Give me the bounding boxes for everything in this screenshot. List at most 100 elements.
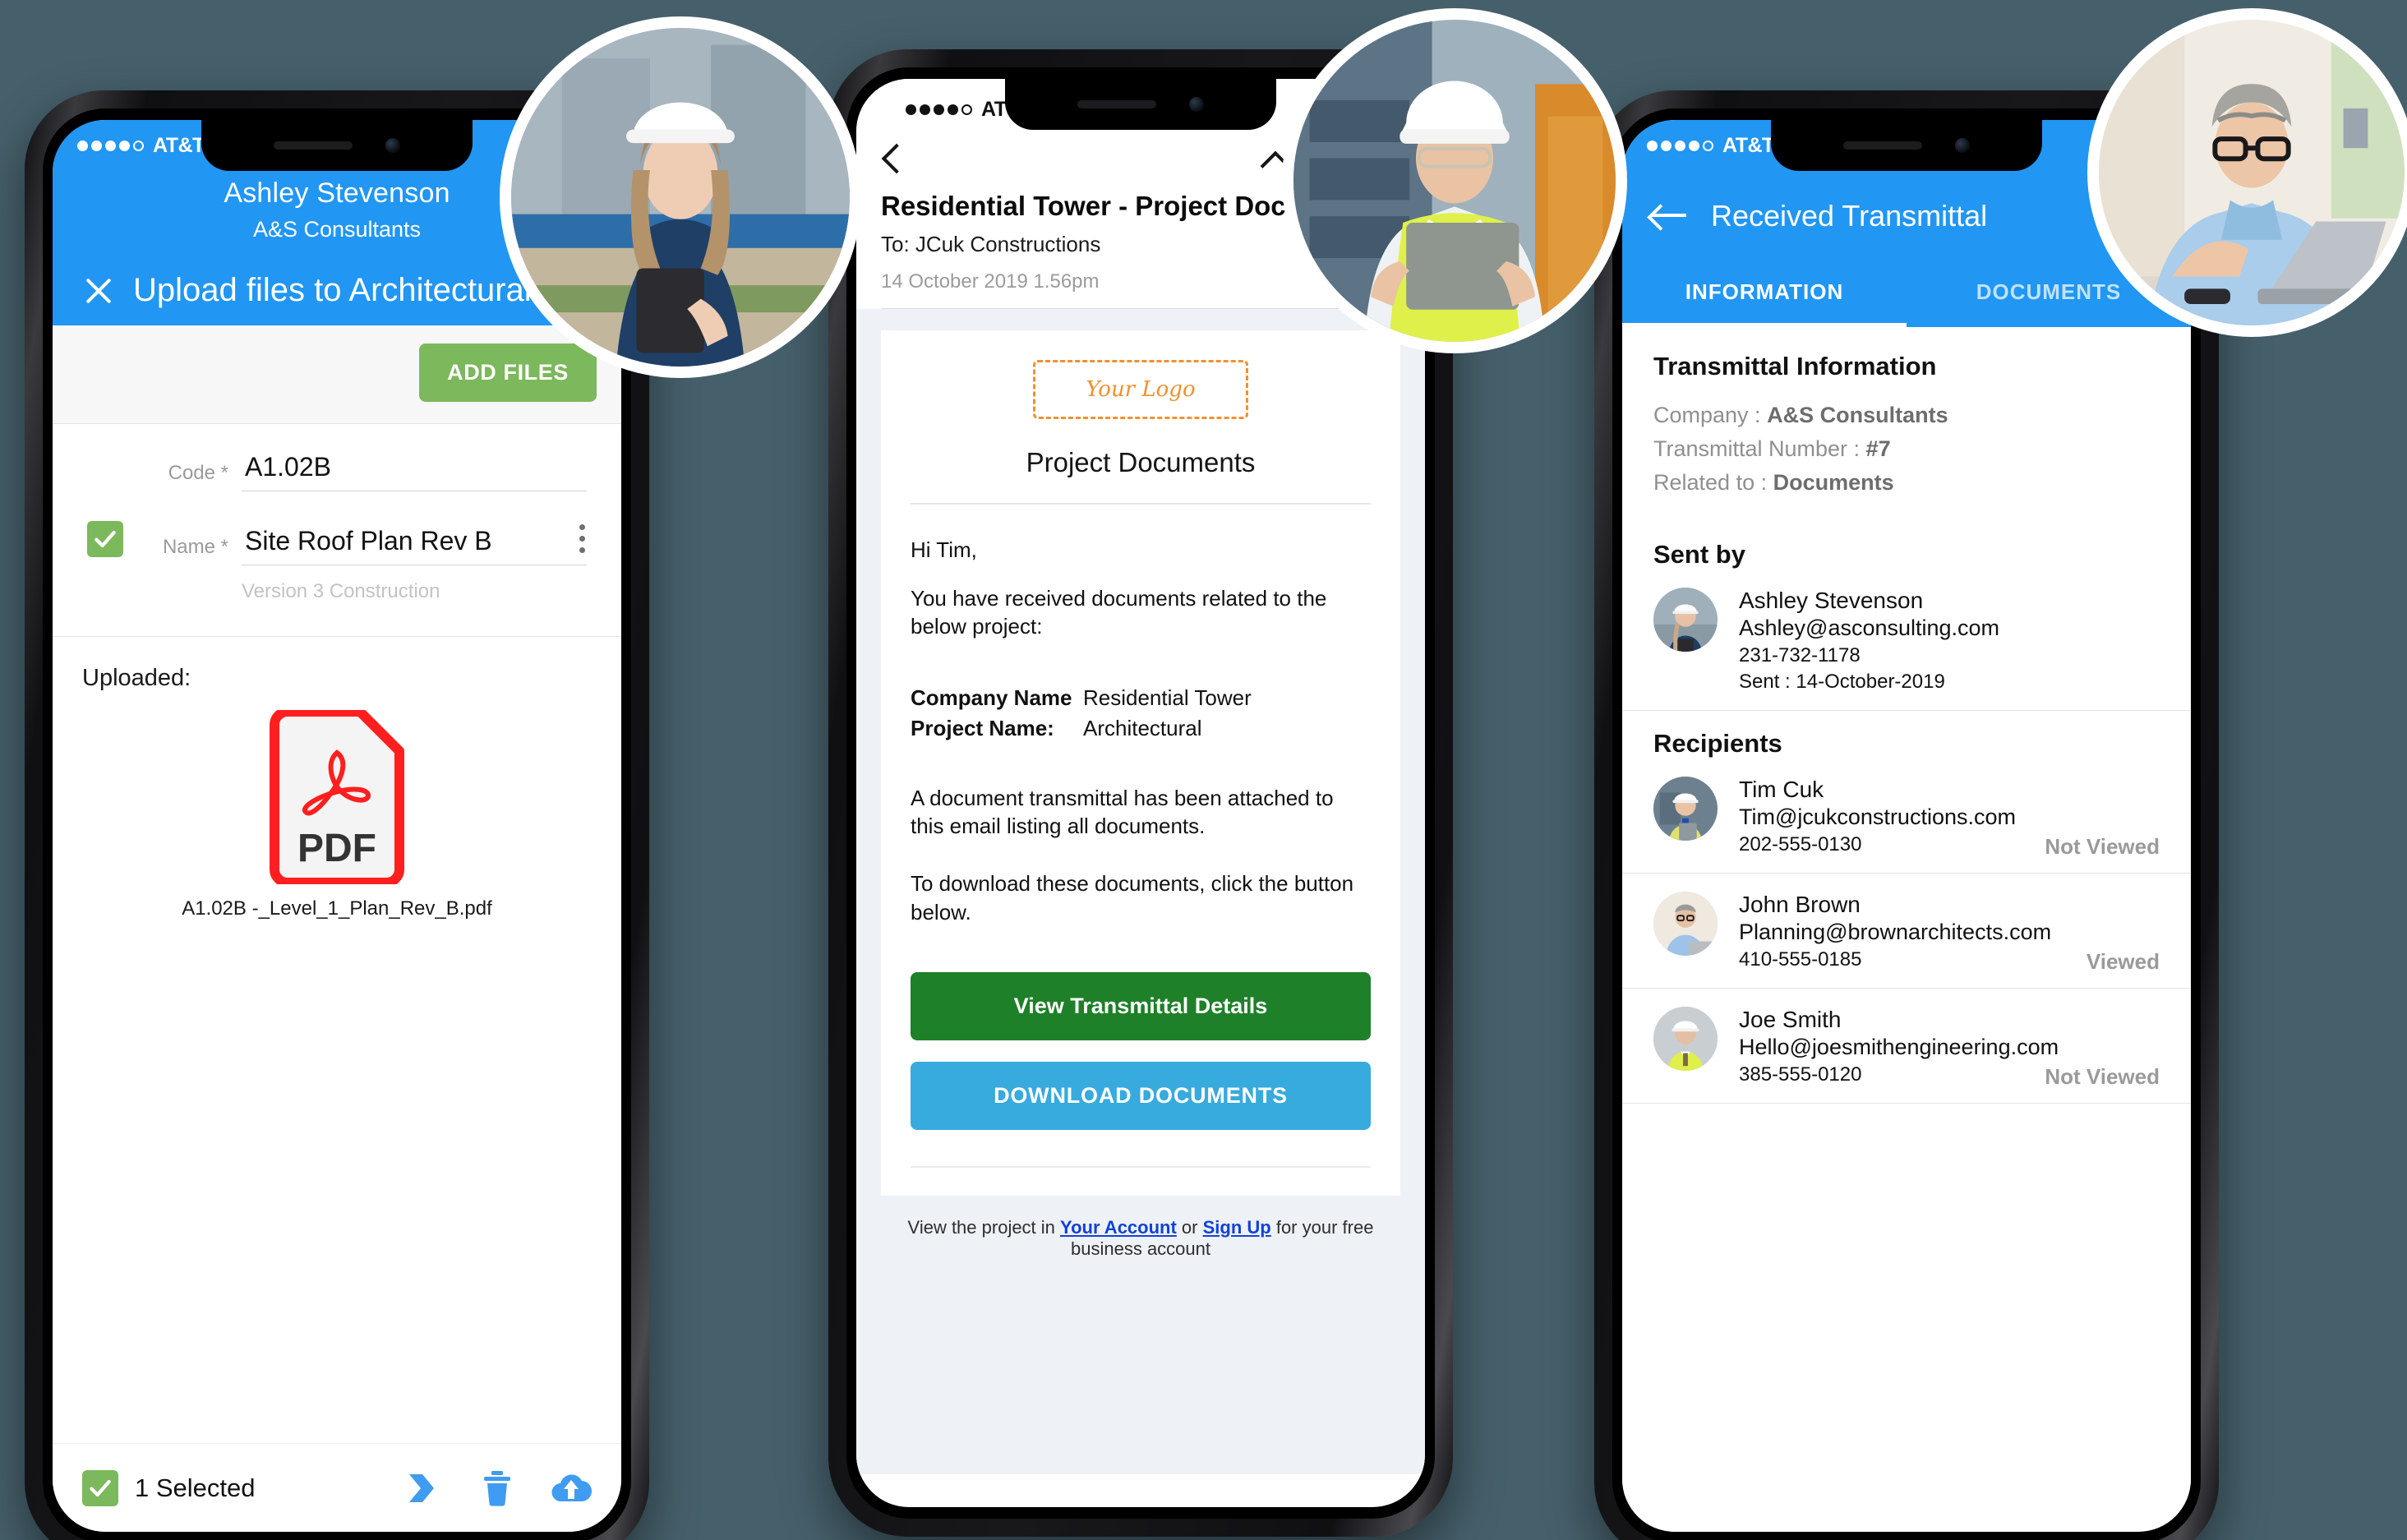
field-value: Residential Tower (1083, 685, 1252, 710)
sender-email: Ashley@asconsulting.com (1739, 616, 2000, 640)
portrait-bubble-female-engineer (500, 16, 861, 378)
back-chevron-icon[interactable] (881, 141, 902, 179)
recipient-name: Tim Cuk (1739, 777, 1824, 802)
section-heading: Recipients (1653, 729, 1782, 758)
file-checkbox[interactable] (87, 521, 123, 557)
field-company-name: Company Name Residential Tower (911, 685, 1371, 711)
page-title: Upload files to Architectural (133, 272, 532, 308)
info-key: Transmittal Number : (1653, 436, 1861, 461)
section-heading: Sent by (1653, 540, 1745, 569)
signal-dots-icon (77, 140, 144, 151)
email-footer-divider (911, 1165, 1371, 1168)
recipient-name: John Brown (1739, 892, 1861, 917)
field-key: Project Name: (911, 715, 1054, 740)
footer-text-middle: or (1176, 1216, 1203, 1238)
select-all-checkbox[interactable] (82, 1469, 118, 1506)
architect-at-laptop-portrait (2099, 20, 2405, 325)
front-camera-icon (1955, 138, 1970, 153)
transmittal-information-section: Transmittal Information Company : A&S Co… (1622, 327, 2191, 522)
info-value: Documents (1773, 470, 1894, 495)
email-greeting: Hi Tim, (911, 537, 977, 562)
kebab-menu-icon[interactable] (579, 524, 585, 553)
name-field-group: Name * Site Roof Plan Rev B (140, 526, 598, 565)
avatar (1653, 1007, 1718, 1071)
uploaded-file-tile[interactable]: PDF A1.02B -_Level_1_Plan_Rev_B.pdf (53, 710, 621, 920)
phone3-tabs: INFORMATION DOCUMENTS (1622, 268, 2191, 327)
earpiece-speaker (1843, 141, 1922, 150)
signal-dots-icon (1647, 140, 1713, 151)
email-body-background: Your Logo Project Documents Hi Tim, You … (856, 309, 1425, 1474)
earpiece-speaker (274, 141, 353, 150)
email-intro: You have received documents related to t… (911, 586, 1327, 639)
name-label: Name * (162, 536, 228, 558)
send-icon[interactable] (406, 1472, 444, 1505)
status-badge: Not Viewed (2045, 1064, 2160, 1089)
view-transmittal-details-button[interactable]: View Transmittal Details (911, 971, 1371, 1040)
carrier-label: AT&T (153, 133, 205, 157)
carrier-label: AT&T (1722, 133, 1774, 157)
email-doc-title: Project Documents (1026, 447, 1256, 477)
email-project-fields: Company Name Residential Tower Project N… (911, 685, 1371, 741)
phone3-screen: AT&T 2:17 Received Transmittal I (1622, 120, 2191, 1532)
selection-count-label: 1 Selected (135, 1473, 256, 1502)
uploaded-section: Uploaded: PDF A1.02B -_Level_1_Plan_Rev_… (53, 637, 621, 920)
phone1-toolbar: ADD FILES (53, 325, 621, 424)
phone3-bezel: AT&T 2:17 Received Transmittal I (1612, 108, 2201, 1540)
recipient-row[interactable]: Joe Smith Hello@joesmithengineering.com … (1622, 989, 2191, 1103)
female-engineer-with-tablet-portrait (511, 28, 850, 367)
recipient-row[interactable]: John Brown Planning@brownarchitects.com … (1622, 874, 2191, 988)
info-key: Related to : (1653, 470, 1768, 495)
portrait-bubble-site-manager (1282, 8, 1627, 353)
phone1-bottom-bar: 1 Selected (53, 1443, 621, 1532)
your-account-link[interactable]: Your Account (1060, 1217, 1177, 1238)
sign-up-link[interactable]: Sign Up (1203, 1217, 1271, 1238)
avatar (1653, 777, 1718, 841)
logo-placeholder: Your Logo (1033, 360, 1248, 419)
phone-received-transmittal: AT&T 2:17 Received Transmittal I (1594, 90, 2219, 1540)
info-row-company: Company : A&S Consultants (1653, 403, 2160, 428)
phone3-content: Transmittal Information Company : A&S Co… (1622, 327, 2191, 1484)
info-row-related-to: Related to : Documents (1653, 470, 2160, 496)
status-badge: Not Viewed (2045, 834, 2160, 859)
recipient-row[interactable]: Tim Cuk Tim@jcukconstructions.com 202-55… (1622, 758, 2191, 873)
tab-information[interactable]: INFORMATION (1622, 268, 1907, 327)
sender-card: Ashley Stevenson Ashley@asconsulting.com… (1622, 569, 2191, 710)
sent-by-section: Sent by (1622, 522, 2191, 569)
code-label: Code * (168, 462, 228, 484)
signal-dots-icon (906, 104, 972, 115)
trash-icon[interactable] (482, 1470, 513, 1506)
recipient-email: Planning@brownarchitects.com (1739, 920, 2052, 944)
sender-name: Ashley Stevenson (1739, 588, 1924, 613)
phone1-bezel: AT&T 2:17 Ashley Stevenson A&S Consultan… (43, 108, 631, 1540)
recipient-divider (1622, 1103, 2191, 1104)
svg-text:PDF: PDF (297, 827, 376, 870)
name-input[interactable]: Site Roof Plan Rev B (242, 526, 587, 565)
field-key: Company Name (911, 685, 1072, 710)
portrait-clip (511, 28, 850, 367)
close-icon[interactable] (84, 276, 113, 306)
info-key: Company : (1653, 403, 1761, 427)
avatar (1653, 892, 1718, 956)
field-value: Architectural (1083, 715, 1202, 740)
code-input[interactable]: A1.02B (242, 452, 587, 491)
avatar (1653, 588, 1718, 652)
back-arrow-icon[interactable] (1650, 203, 1688, 229)
portrait-clip (1293, 20, 1616, 342)
marketing-composition: AT&T 2:17 Ashley Stevenson A&S Consultan… (0, 0, 2407, 1540)
download-documents-button[interactable]: DOWNLOAD DOCUMENTS (911, 1061, 1371, 1130)
code-field-group: Code * A1.02B (140, 452, 598, 491)
pdf-file-icon: PDF (270, 710, 404, 884)
add-files-button[interactable]: ADD FILES (419, 344, 597, 402)
info-value: A&S Consultants (1767, 403, 1948, 427)
email-note-attachment: A document transmittal has been attached… (911, 785, 1334, 838)
recipient-name: Joe Smith (1739, 1007, 1842, 1032)
section-heading: Transmittal Information (1653, 352, 1937, 380)
senior-site-manager-with-tablet-portrait (1293, 20, 1616, 342)
sender-info: Ashley Stevenson Ashley@asconsulting.com… (1739, 588, 2160, 694)
cloud-upload-icon[interactable] (551, 1472, 592, 1505)
recipient-email: Hello@joesmithengineering.com (1739, 1035, 2059, 1059)
sender-sent-date: Sent : 14-October-2019 (1739, 671, 1945, 693)
info-value: #7 (1865, 436, 1891, 461)
recipient-email: Tim@jcukconstructions.com (1739, 805, 2016, 829)
file-entry-row[interactable]: Code * A1.02B Name * Site Roof Plan Rev … (53, 424, 621, 618)
